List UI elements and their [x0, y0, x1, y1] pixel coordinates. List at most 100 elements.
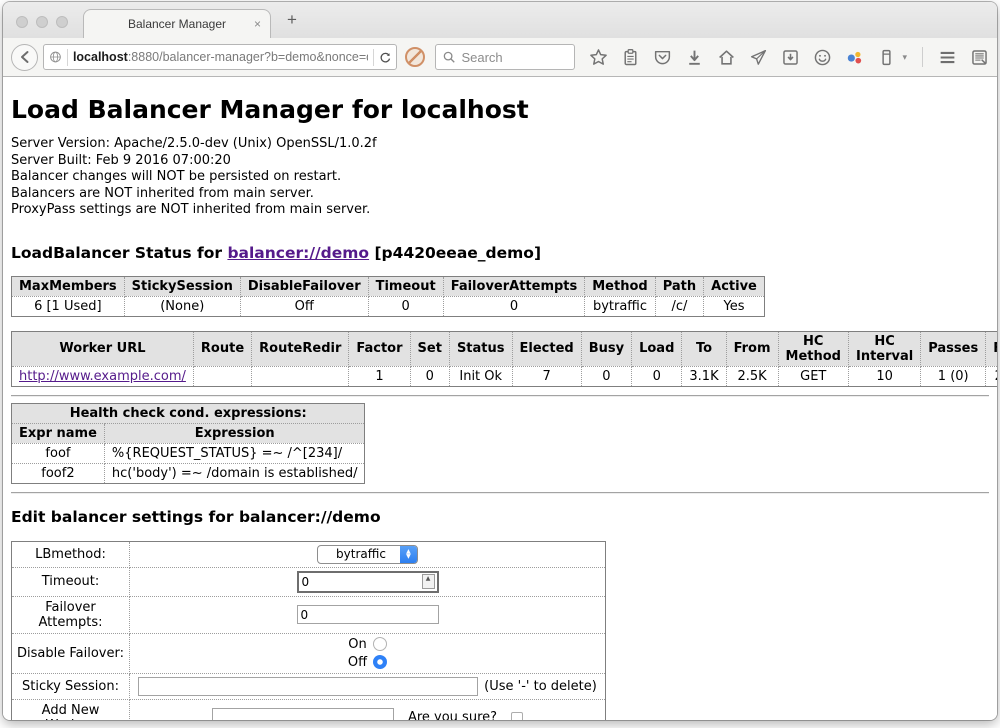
back-button[interactable]: [11, 44, 38, 71]
edit-balancer-form: LBmethod: bytraffic ▲▼ Timeout: 0: [11, 541, 606, 721]
cell-passes: 1 (0): [921, 366, 986, 386]
column-header: DisableFailover: [240, 276, 368, 296]
column-header: RouteRedir: [252, 331, 349, 366]
cell-active: Yes: [704, 296, 765, 316]
search-placeholder: Search: [461, 50, 502, 65]
table-header-row: MaxMembers StickySession DisableFailover…: [12, 276, 765, 296]
column-header: Load: [632, 331, 682, 366]
disable-failover-off-radio[interactable]: [373, 655, 387, 669]
radio-off-label: Off: [348, 655, 367, 670]
content-blocked-icon[interactable]: [405, 47, 425, 67]
server-built-line: Server Built: Feb 9 2016 07:00:20: [11, 153, 989, 170]
column-header: Method: [585, 276, 655, 296]
toolbar-icons: ▾: [589, 47, 989, 67]
balancer-demo-link[interactable]: balancer://demo: [227, 244, 369, 262]
cell-failoverattempts: 0: [443, 296, 585, 316]
timeout-label: Timeout:: [12, 567, 130, 596]
form-row-disable-failover: Disable Failover: On Off: [12, 633, 606, 673]
cell-timeout: 0: [368, 296, 443, 316]
column-header: Factor: [349, 331, 410, 366]
sticky-session-input[interactable]: [138, 677, 478, 696]
zoom-window-button[interactable]: [56, 16, 68, 28]
page-title: Load Balancer Manager for localhost: [11, 95, 989, 124]
are-you-sure-checkbox[interactable]: [511, 712, 523, 721]
lbmethod-label: LBmethod:: [12, 541, 130, 567]
number-spinner-icon[interactable]: ▲: [422, 574, 435, 589]
column-header: From: [726, 331, 778, 366]
url-bar[interactable]: localhost:8880/balancer-manager?b=demo&n…: [43, 44, 397, 70]
tab-title: Balancer Manager: [128, 17, 226, 31]
cell-hc-interval: 10: [848, 366, 920, 386]
column-header: HC Interval: [848, 331, 920, 366]
close-tab-icon[interactable]: ×: [254, 17, 261, 31]
new-tab-button[interactable]: +: [287, 10, 297, 30]
reading-list-icon[interactable]: [621, 48, 640, 67]
table-row: foof %{REQUEST_STATUS} =~ /^[234]/: [12, 443, 365, 463]
send-telemetry-icon[interactable]: [749, 48, 768, 67]
lbmethod-select[interactable]: bytraffic ▲▼: [317, 545, 418, 564]
column-header: Timeout: [368, 276, 443, 296]
url-path: :8880/balancer-manager?b=demo&nonce=decc…: [128, 50, 369, 64]
traffic-lights: [16, 16, 68, 28]
column-header: Passes: [921, 331, 986, 366]
timeout-input[interactable]: 0 ▲: [297, 571, 439, 593]
save-to-box-icon[interactable]: [781, 48, 800, 67]
grid-extension-icon[interactable]: [970, 48, 989, 67]
form-row-lbmethod: LBmethod: bytraffic ▲▼: [12, 541, 606, 567]
site-identity-globe-icon[interactable]: [49, 49, 62, 65]
disable-failover-on-radio[interactable]: [373, 637, 387, 651]
health-check-table: Health check cond. expressions: Expr nam…: [11, 403, 365, 484]
sticky-cell: (Use '-' to delete): [130, 673, 606, 699]
select-stepper-icon: ▲▼: [400, 546, 417, 563]
add-worker-label: Add New Worker:: [12, 699, 130, 720]
sticky-session-label: Sticky Session:: [12, 673, 130, 699]
search-bar[interactable]: Search: [435, 44, 575, 70]
are-you-sure-label: Are you sure?: [408, 710, 497, 720]
pocket-icon[interactable]: [653, 48, 672, 67]
cell-elected: 7: [512, 366, 581, 386]
column-header: FailoverAttempts: [443, 276, 585, 296]
column-header: Busy: [581, 331, 631, 366]
cell-method: bytraffic: [585, 296, 655, 316]
tab-balancer-manager[interactable]: Balancer Manager ×: [83, 9, 271, 38]
cell-maxmembers: 6 [1 Used]: [12, 296, 125, 316]
home-icon[interactable]: [717, 48, 736, 67]
disable-failover-label: Disable Failover:: [12, 633, 130, 673]
menu-hamburger-icon[interactable]: [938, 48, 957, 67]
worker-url-link[interactable]: http://www.example.com/: [19, 369, 186, 384]
back-arrow-icon: [17, 49, 33, 65]
inherit-notice-line: Balancers are NOT inherited from main se…: [11, 186, 989, 203]
colored-dots-extension-icon[interactable]: [845, 48, 864, 67]
section-divider: [11, 492, 989, 494]
failover-attempts-input[interactable]: [297, 605, 439, 624]
chat-smiley-icon[interactable]: [813, 48, 832, 67]
balancer-status-table: MaxMembers StickySession DisableFailover…: [11, 276, 765, 317]
dropdown-caret-icon[interactable]: ▾: [902, 52, 907, 63]
column-header: MaxMembers: [12, 276, 125, 296]
server-version-line: Server Version: Apache/2.5.0-dev (Unix) …: [11, 136, 989, 153]
downloads-icon[interactable]: [685, 48, 704, 67]
add-worker-input[interactable]: [212, 708, 394, 720]
cell-expression: %{REQUEST_STATUS} =~ /^[234]/: [104, 443, 365, 463]
cell-load: 0: [632, 366, 682, 386]
column-header: StickySession: [124, 276, 240, 296]
cell-expr-name: foof2: [12, 463, 105, 483]
worker-status-table: Worker URL Route RouteRedir Factor Set S…: [11, 331, 997, 387]
column-header: Expr name: [12, 423, 105, 443]
form-row-sticky: Sticky Session: (Use '-' to delete): [12, 673, 606, 699]
column-header: Worker URL: [12, 331, 194, 366]
close-window-button[interactable]: [16, 16, 28, 28]
cell-to: 3.1K: [682, 366, 726, 386]
cell-routeredir: [252, 366, 349, 386]
container-tab-icon[interactable]: [877, 48, 896, 67]
cell-expression: hc('body') =~ /domain is established/: [104, 463, 365, 483]
reload-icon[interactable]: [379, 50, 391, 65]
search-icon: [442, 50, 456, 64]
cell-set: 0: [410, 366, 449, 386]
cell-path: /c/: [655, 296, 703, 316]
cell-hc-method: GET: [778, 366, 848, 386]
address-text[interactable]: localhost:8880/balancer-manager?b=demo&n…: [73, 50, 368, 64]
bookmark-star-icon[interactable]: [589, 48, 608, 67]
cell-route: [193, 366, 251, 386]
minimize-window-button[interactable]: [36, 16, 48, 28]
